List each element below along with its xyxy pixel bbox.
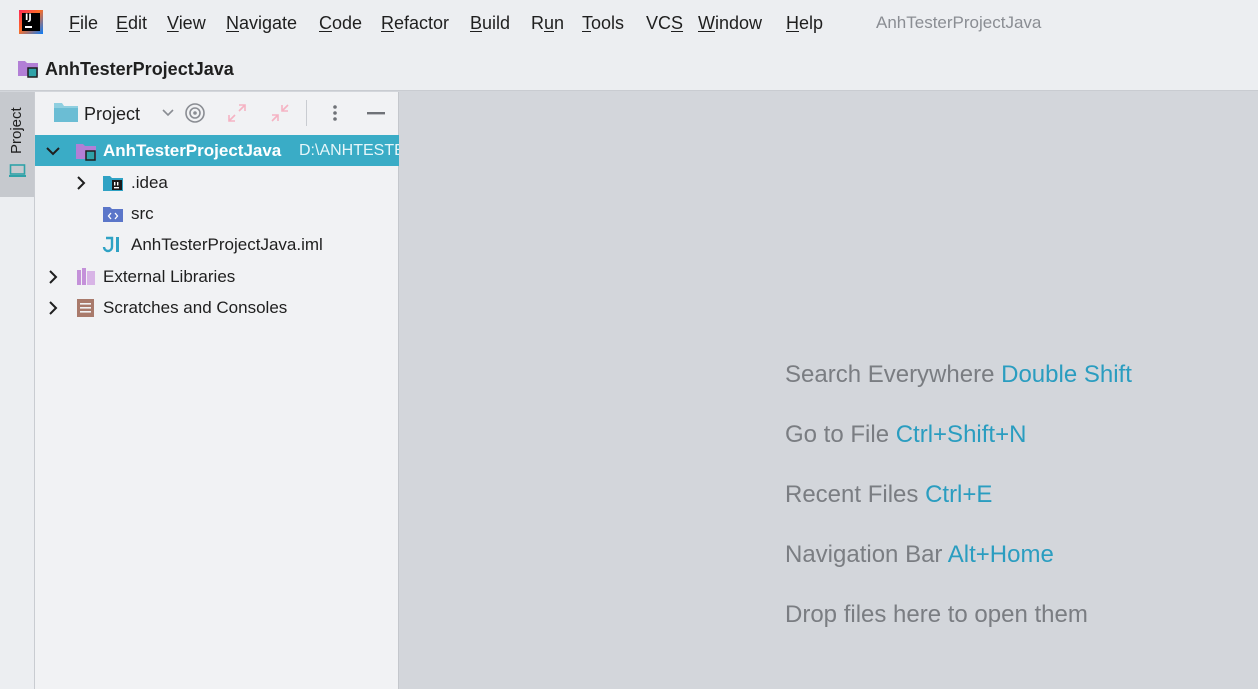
menu-file[interactable]: File (69, 12, 98, 34)
menu-edit[interactable]: Edit (116, 12, 147, 34)
tree-row-root[interactable]: AnhTesterProjectJava D:\ANHTESTER\... (35, 135, 399, 166)
chevron-down-icon[interactable] (160, 104, 176, 120)
tree-row-src[interactable]: src (35, 198, 399, 229)
navbar-project-name[interactable]: AnhTesterProjectJava (45, 58, 234, 80)
tree-iml-label: AnhTesterProjectJava.iml (131, 235, 323, 254)
module-folder-icon (76, 144, 96, 161)
intellij-logo-icon[interactable]: IJ (19, 10, 43, 34)
module-file-icon (102, 236, 119, 253)
tree-root-path: D:\ANHTESTER\... (299, 142, 399, 159)
project-panel-header: Project (35, 92, 399, 134)
project-tool-window: Project AnhTesterProjectJava D:\ANHTEST … (35, 92, 399, 689)
project-tool-tab-label: Project (8, 107, 25, 154)
tree-idea-label: .idea (131, 173, 168, 192)
menu-vcs[interactable]: VCS (646, 12, 683, 34)
shortcut-double-shift: Double Shift (1001, 361, 1132, 388)
menu-build[interactable]: Build (470, 12, 510, 34)
tree-row-external-libraries[interactable]: External Libraries (35, 261, 399, 292)
hint-drop-files: Drop files here to open them (785, 601, 1088, 628)
tree-scratches-label: Scratches and Consoles (103, 298, 288, 317)
menu-help[interactable]: Help (786, 12, 823, 34)
navigation-bar: AnhTesterProjectJava (0, 46, 1258, 91)
main-menu-bar: IJ File Edit View Navigate Code Refactor… (0, 0, 1258, 46)
menu-window[interactable]: Window (698, 12, 762, 34)
module-folder-icon (18, 61, 38, 78)
project-tool-window-icon (9, 164, 26, 177)
source-folder-icon (103, 207, 123, 222)
tree-row-scratches[interactable]: Scratches and Consoles (35, 292, 399, 323)
chevron-right-icon[interactable] (73, 175, 89, 191)
select-opened-file-icon[interactable] (183, 101, 207, 125)
shortcut-alt-home: Alt+Home (947, 541, 1054, 568)
toolbar-separator (306, 100, 307, 126)
hint-search-everywhere: Search Everywhere Double Shift (785, 361, 1132, 388)
shortcut-ctrl-e: Ctrl+E (925, 481, 993, 508)
menu-code[interactable]: Code (319, 12, 362, 34)
idea-folder-icon (103, 176, 123, 191)
hint-recent-files: Recent Files Ctrl+E (785, 481, 993, 508)
hint-navigation-bar: Navigation Bar Alt+Home (785, 541, 1054, 568)
scratches-icon (77, 299, 94, 317)
project-view-folder-icon (54, 103, 78, 122)
shortcut-ctrl-shift-n: Ctrl+Shift+N (895, 421, 1027, 448)
editor-empty-area[interactable] (400, 92, 1258, 689)
chevron-down-icon[interactable] (45, 143, 61, 159)
collapse-all-icon[interactable] (268, 101, 292, 125)
menu-run[interactable]: Run (531, 12, 564, 34)
menu-refactor[interactable]: Refactor (381, 12, 449, 34)
menu-tools[interactable]: Tools (582, 12, 624, 34)
window-title: AnhTesterProjectJava (876, 13, 1042, 32)
hide-panel-icon[interactable] (364, 101, 388, 125)
library-icon (77, 268, 95, 285)
more-options-icon[interactable] (325, 101, 345, 125)
chevron-right-icon[interactable] (45, 300, 61, 316)
project-view-selector[interactable]: Project (84, 103, 140, 125)
expand-all-icon[interactable] (225, 101, 249, 125)
chevron-right-icon[interactable] (45, 269, 61, 285)
tree-external-libraries-label: External Libraries (103, 267, 236, 286)
tree-root-label: AnhTesterProjectJava (103, 141, 282, 160)
hint-go-to-file: Go to File Ctrl+Shift+N (785, 421, 1027, 448)
menu-view[interactable]: View (167, 12, 206, 34)
left-tool-window-strip: Project (0, 92, 35, 689)
tree-row-idea[interactable]: .idea (35, 167, 399, 198)
menu-navigate[interactable]: Navigate (226, 12, 297, 34)
project-tool-tab[interactable]: Project (0, 92, 34, 197)
tree-src-label: src (131, 204, 154, 223)
tree-row-iml[interactable]: AnhTesterProjectJava.iml (35, 229, 399, 260)
